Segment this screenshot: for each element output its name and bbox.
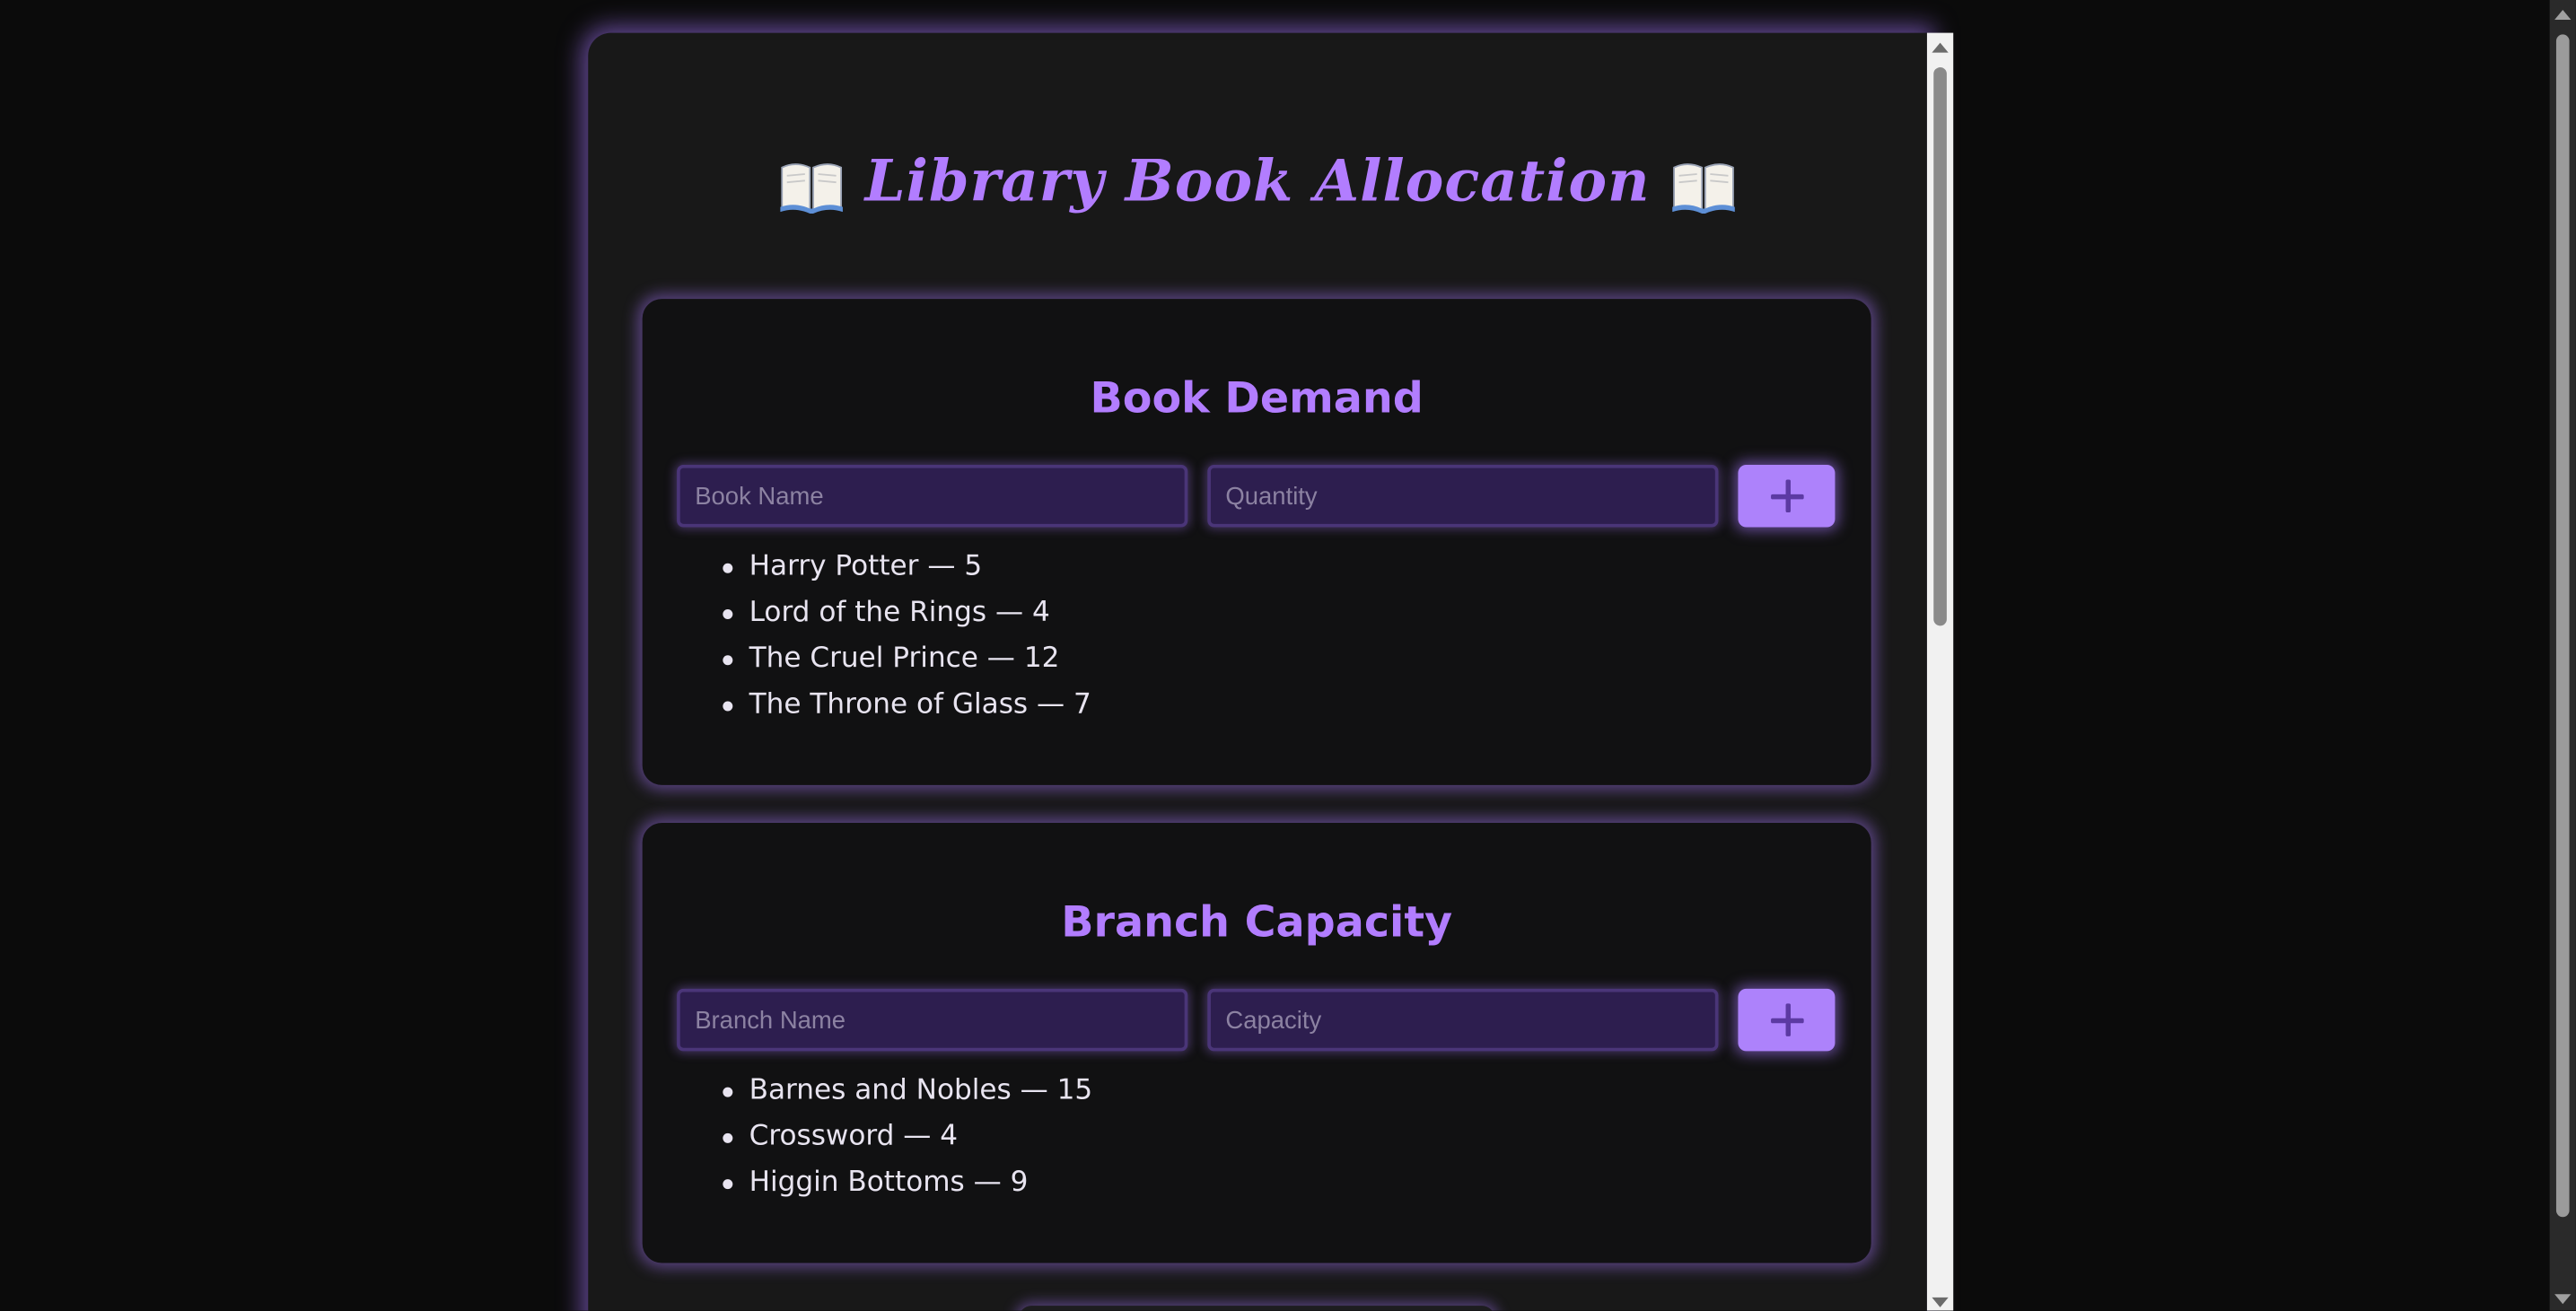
scrollbar-thumb[interactable] — [2555, 34, 2570, 1218]
branch-capacity-card: Branch Capacity Barnes and Nobles — 15 C… — [642, 822, 1871, 1263]
app-scrollbar[interactable] — [1926, 32, 1954, 1311]
scroll-down-arrow-icon[interactable] — [1932, 1297, 1949, 1307]
title-text: Library Book Allocation — [864, 147, 1651, 215]
page: Library Book Allocation Book Demand Book… — [0, 0, 2576, 1311]
plus-icon — [1770, 479, 1803, 513]
book-demand-list: Harry Potter — 5 Lord of the Rings — 4 T… — [723, 544, 1091, 728]
add-book-button[interactable] — [1738, 464, 1836, 528]
list-item: Harry Potter — 5 — [723, 544, 1091, 590]
scroll-up-arrow-icon[interactable] — [1932, 42, 1949, 53]
page-title: Library Book Allocation — [588, 148, 1927, 215]
list-item: Barnes and Nobles — 15 — [723, 1068, 1092, 1114]
book-name-input[interactable] — [677, 464, 1188, 528]
plus-icon — [1770, 1003, 1803, 1036]
branch-name-input[interactable] — [677, 988, 1188, 1052]
add-branch-button[interactable] — [1738, 988, 1836, 1052]
scroll-down-arrow-icon[interactable] — [2554, 1294, 2572, 1305]
branch-capacity-list: Barnes and Nobles — 15 Crossword — 4 Hig… — [723, 1068, 1093, 1206]
page-scrollbar[interactable] — [2549, 0, 2576, 1311]
list-item: Lord of the Rings — 4 — [723, 590, 1091, 635]
book-demand-card: Book Demand Harry Potter — 5 Lord of the… — [642, 299, 1871, 785]
scroll-up-arrow-icon[interactable] — [2554, 9, 2572, 20]
capacity-input[interactable] — [1207, 988, 1719, 1052]
app-panel: Library Book Allocation Book Demand Book… — [588, 32, 1927, 1311]
branch-capacity-heading: Branch Capacity — [1061, 898, 1453, 948]
open-book-icon — [779, 157, 845, 214]
open-book-icon — [1669, 157, 1735, 214]
quantity-input[interactable] — [1207, 464, 1719, 528]
list-item: The Throne of Glass — 7 — [723, 682, 1091, 728]
list-item: Crossword — 4 — [723, 1114, 1093, 1159]
scrollbar-thumb[interactable] — [1933, 67, 1947, 626]
list-item: Higgin Bottoms — 9 — [723, 1159, 1093, 1205]
book-demand-heading: Book Demand — [1090, 374, 1424, 424]
list-item: The Cruel Prince — 12 — [723, 635, 1091, 681]
next-section-card — [1018, 1306, 1495, 1311]
